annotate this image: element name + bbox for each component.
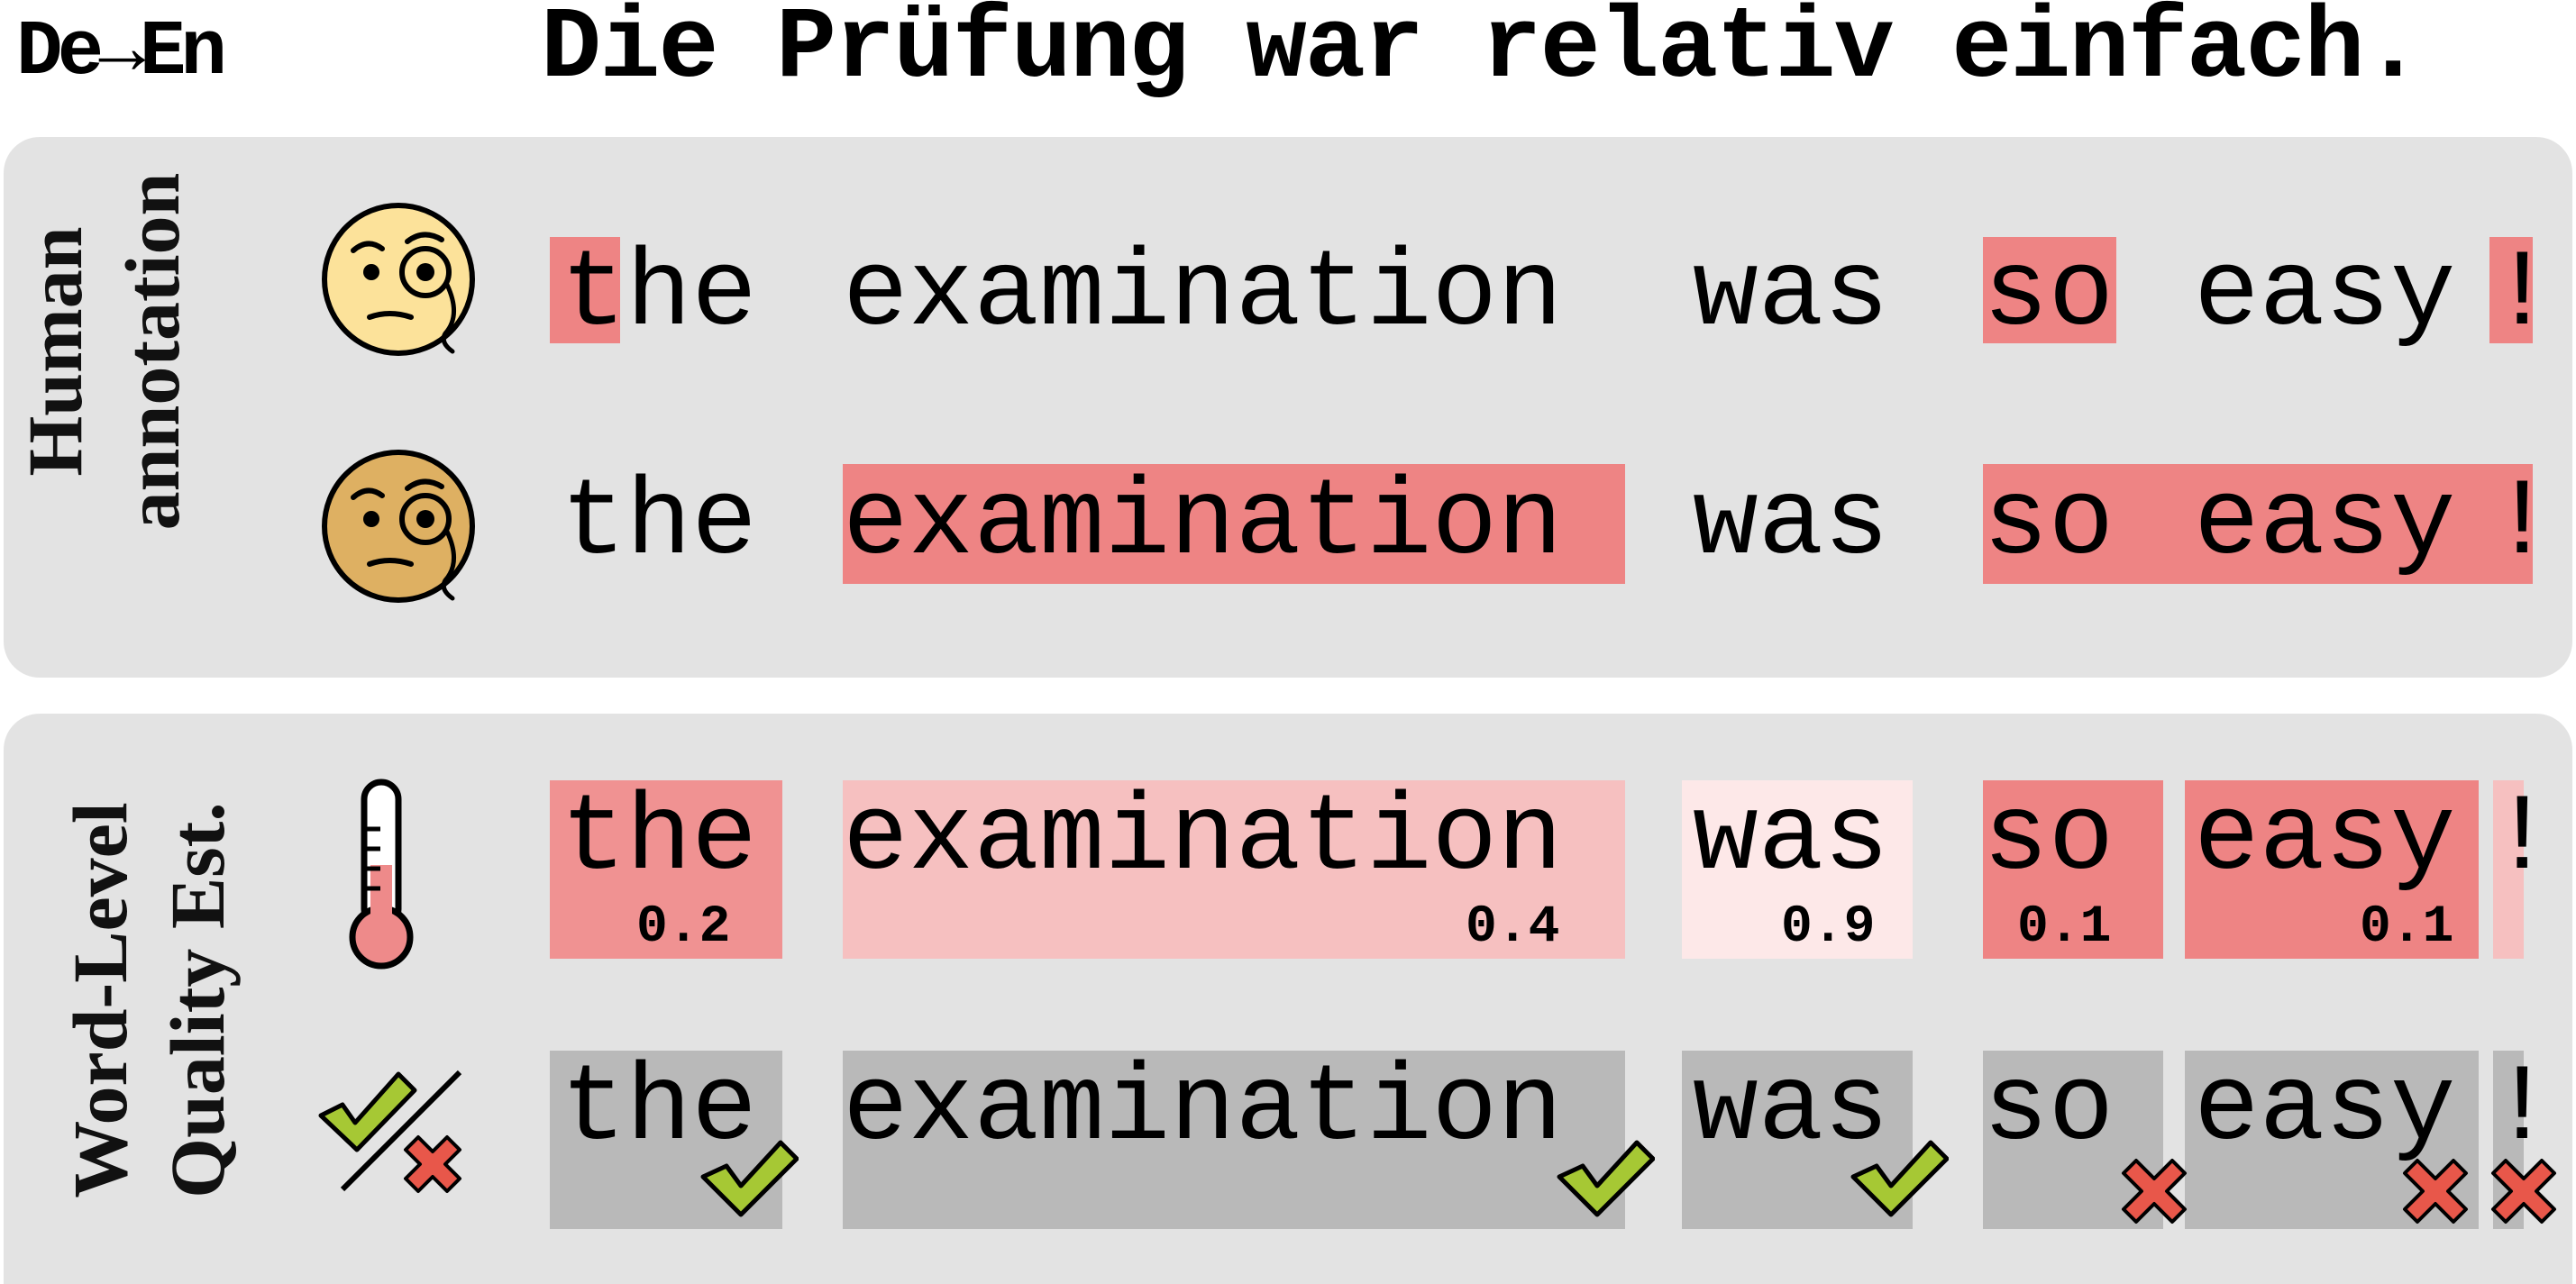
row4-token-exclamation: ! xyxy=(2489,1048,2555,1171)
monocle-face-icon xyxy=(322,450,475,603)
check-icon xyxy=(1850,1140,1949,1217)
qe-label-line2: Quality Est. xyxy=(154,802,241,1198)
row2-token-exclamation: ! xyxy=(2489,462,2555,586)
row3-token-easy: easy xyxy=(2194,778,2456,901)
row3-token-was: was xyxy=(1693,778,1889,901)
score-label-the: 0.2 xyxy=(636,898,731,957)
row2-token-so: so xyxy=(1983,462,2115,586)
row2-token-easy: easy xyxy=(2194,462,2456,586)
score-label-so: 0.1 xyxy=(2017,898,2112,957)
check-cross-icon xyxy=(318,1070,462,1193)
cross-icon xyxy=(2122,1159,2187,1224)
check-icon xyxy=(700,1140,799,1217)
row1-token-examination: examination xyxy=(843,233,1563,357)
monocle-face-icon xyxy=(322,203,475,356)
score-label-examination: 0.4 xyxy=(1466,898,1560,957)
qe-label-line1: Word-Level xyxy=(57,802,143,1198)
language-pair: De→En xyxy=(16,8,227,96)
row1-token-exclamation: ! xyxy=(2489,233,2555,357)
row1-token-easy: easy xyxy=(2194,233,2456,357)
row2-token-was: was xyxy=(1693,462,1889,586)
row3-token-the: the xyxy=(561,778,757,901)
check-icon xyxy=(1557,1140,1655,1217)
row2-token-examination: examination xyxy=(843,462,1563,586)
row4-token-so: so xyxy=(1983,1048,2115,1171)
human-label-line2: annotation xyxy=(109,172,196,531)
score-label-easy: 0.1 xyxy=(2360,898,2454,957)
source-sentence: Die Prüfung war relativ einfach. xyxy=(541,0,2424,106)
row1-token-the: the xyxy=(561,233,757,357)
row1-token-so: so xyxy=(1983,233,2115,357)
cross-icon xyxy=(2491,1159,2556,1224)
row3-token-examination: examination xyxy=(843,778,1563,901)
cross-icon xyxy=(2403,1159,2468,1224)
thermometer-icon xyxy=(349,779,414,970)
row1-token-was: was xyxy=(1693,233,1889,357)
row3-token-exclamation: ! xyxy=(2489,778,2555,901)
human-label-line1: Human xyxy=(12,226,98,477)
row4-token-easy: easy xyxy=(2194,1048,2456,1171)
row2-token-the: the xyxy=(561,462,757,586)
score-label-was: 0.9 xyxy=(1781,898,1876,957)
row3-token-so: so xyxy=(1983,778,2115,901)
row4-token-examination: examination xyxy=(843,1048,1563,1171)
